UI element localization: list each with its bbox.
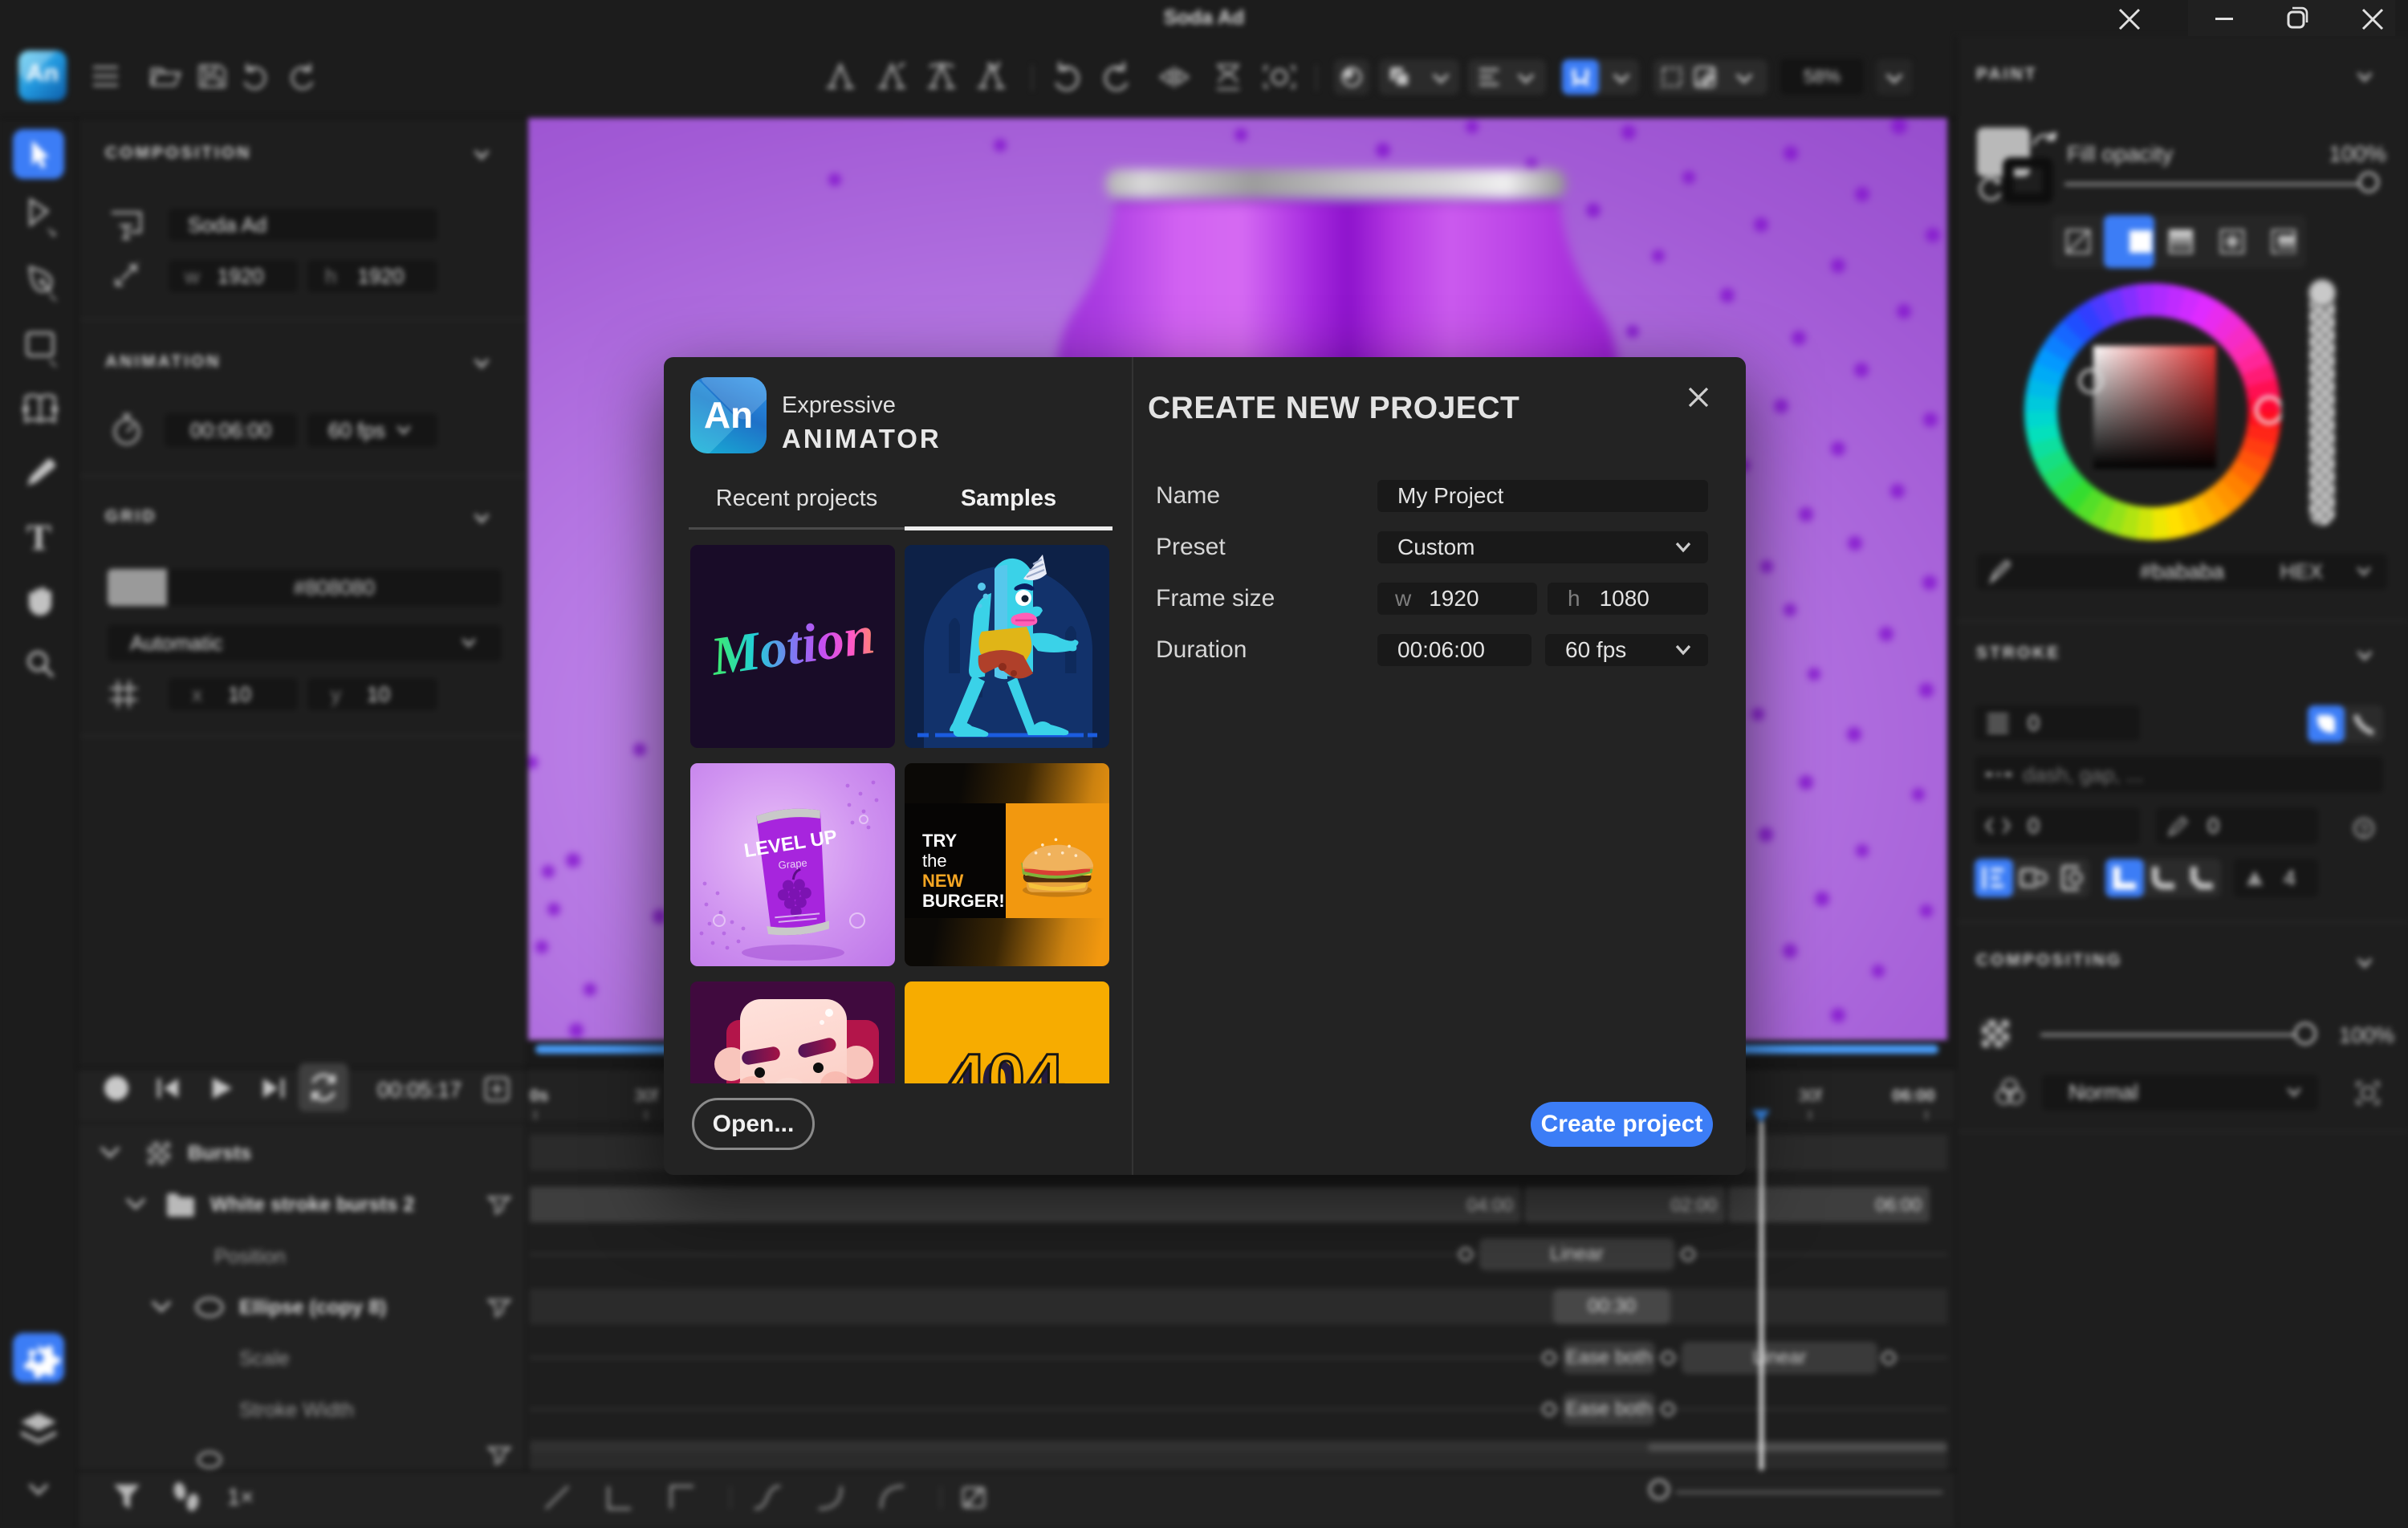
svg-text:Grape: Grape (778, 856, 807, 871)
